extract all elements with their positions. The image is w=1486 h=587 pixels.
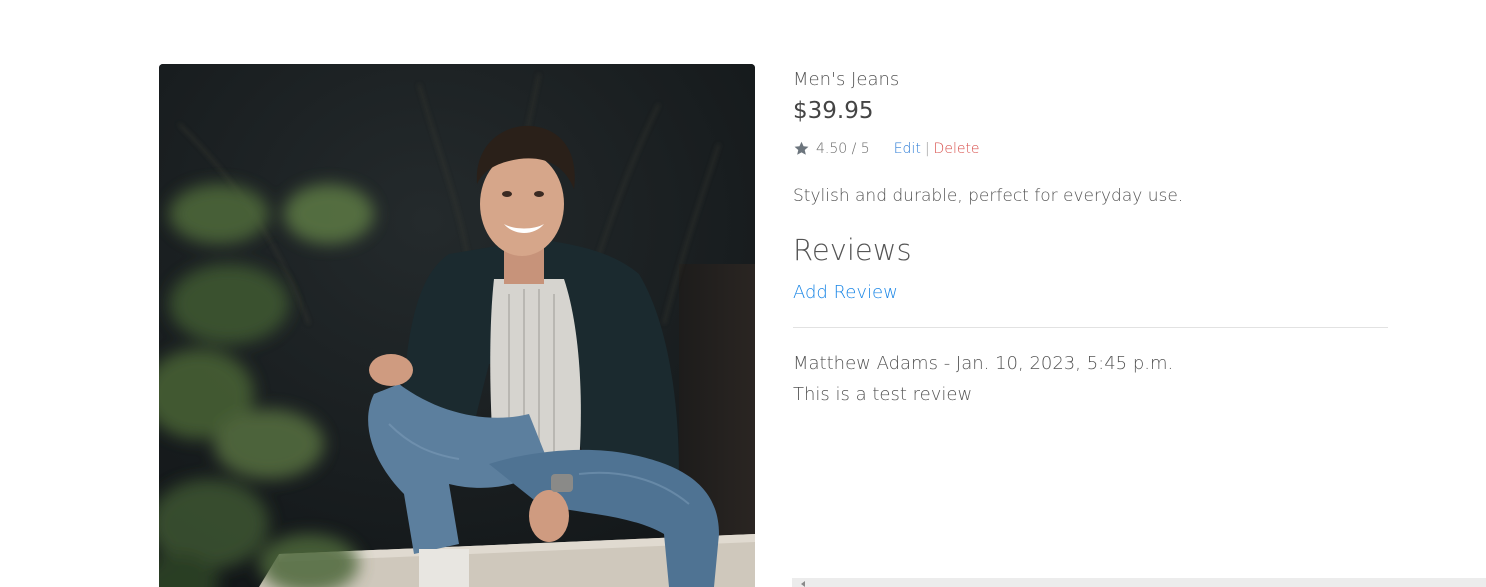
product-name: Men's Jeans	[793, 69, 900, 90]
product-description: Stylish and durable, perfect for everyda…	[793, 186, 1184, 206]
horizontal-scrollbar[interactable]	[792, 578, 1486, 587]
review-meta: Matthew Adams - Jan. 10, 2023, 5:45 p.m.	[793, 353, 1174, 374]
reviews-divider	[793, 327, 1388, 328]
add-review-link[interactable]: Add Review	[793, 282, 898, 303]
rating-row: 4.50 / 5 Edit | Delete	[793, 140, 980, 157]
manage-links: Edit | Delete	[894, 141, 980, 157]
delete-product-link[interactable]: Delete	[934, 141, 980, 157]
product-price: $39.95	[793, 98, 874, 124]
product-detail-page: Men's Jeans $39.95 4.50 / 5 Edit | Delete …	[0, 0, 1486, 587]
rating-value: 4.50 / 5	[816, 140, 870, 157]
scroll-left-arrow-icon[interactable]	[801, 581, 805, 587]
link-separator: |	[924, 140, 930, 157]
product-image	[159, 64, 755, 587]
reviews-heading: Reviews	[793, 233, 912, 267]
review-text: This is a test review	[793, 384, 973, 405]
star-icon	[793, 140, 810, 157]
edit-product-link[interactable]: Edit	[894, 141, 921, 157]
